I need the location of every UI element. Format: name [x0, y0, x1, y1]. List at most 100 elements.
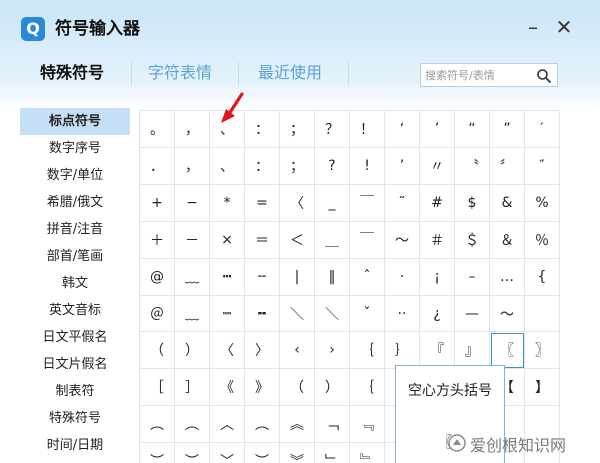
symbol-cell[interactable]: ＋: [139, 221, 175, 259]
symbol-cell[interactable]: ×: [209, 221, 245, 259]
symbol-cell[interactable]: ’: [384, 147, 420, 185]
symbol-cell[interactable]: ＆: [489, 221, 525, 259]
symbol-cell[interactable]: ％: [524, 221, 560, 259]
symbol-cell[interactable]: ¡: [419, 258, 455, 296]
symbol-cell[interactable]: ￣: [349, 221, 385, 259]
symbol-cell[interactable]: “: [454, 110, 490, 148]
symbol-cell[interactable]: ︽: [279, 405, 315, 443]
minimize-button[interactable]: –: [521, 14, 545, 40]
symbol-cell[interactable]: –: [454, 258, 490, 296]
symbol-cell[interactable]: |: [279, 258, 315, 296]
tab-character-emoticons[interactable]: 字符表情: [148, 62, 212, 84]
symbol-cell[interactable]: ╍: [244, 295, 280, 333]
symbol-cell[interactable]: ﹏: [174, 295, 210, 333]
symbol-cell[interactable]: ｛: [349, 368, 385, 406]
symbol-cell[interactable]: …: [489, 258, 525, 296]
symbol-cell[interactable]: ＿: [314, 221, 350, 259]
symbol-cell[interactable]: ？: [314, 110, 350, 148]
symbol-cell[interactable]: ，: [174, 147, 210, 185]
symbol-cell[interactable]: ﹂: [314, 442, 350, 463]
symbol-cell[interactable]: ›: [314, 331, 350, 369]
symbol-cell[interactable]: ：: [244, 147, 280, 185]
symbol-cell[interactable]: ！: [349, 110, 385, 148]
symbol-cell[interactable]: 〉: [244, 331, 280, 369]
symbol-cell[interactable]: ··: [384, 295, 420, 333]
symbol-cell[interactable]: ︵: [174, 405, 210, 443]
symbol-cell[interactable]: 。: [139, 110, 175, 148]
symbol-cell[interactable]: －: [174, 221, 210, 259]
sidebar-item[interactable]: 韩文: [20, 270, 130, 297]
symbol-cell[interactable]: ︾: [279, 442, 315, 463]
symbol-cell[interactable]: ］: [174, 368, 210, 406]
symbol-cell[interactable]: ·: [384, 258, 420, 296]
symbol-cell[interactable]: ″: [524, 147, 560, 185]
symbol-cell[interactable]: ﹃: [349, 405, 385, 443]
symbol-cell[interactable]: [524, 295, 560, 333]
symbol-cell[interactable]: ‖: [314, 258, 350, 296]
symbol-cell[interactable]: ˜: [384, 184, 420, 222]
symbol-cell[interactable]: ”: [489, 110, 525, 148]
symbol-cell[interactable]: （: [139, 331, 175, 369]
symbol-cell[interactable]: 『: [419, 331, 455, 369]
symbol-cell[interactable]: ￣: [349, 184, 385, 222]
symbol-cell[interactable]: ︶: [244, 442, 280, 463]
symbol-cell[interactable]: 》: [244, 368, 280, 406]
sidebar-item[interactable]: 数字序号: [20, 135, 130, 162]
sidebar-item[interactable]: 数字/单位: [20, 162, 130, 189]
symbol-cell[interactable]: *: [209, 184, 245, 222]
symbol-cell[interactable]: ）: [174, 331, 210, 369]
symbol-cell[interactable]: 、: [209, 147, 245, 185]
symbol-cell[interactable]: ：: [244, 110, 280, 148]
symbol-cell[interactable]: ～: [384, 221, 420, 259]
symbol-cell[interactable]: _: [314, 184, 350, 222]
symbol-cell[interactable]: &: [489, 184, 525, 222]
symbol-cell[interactable]: ’: [419, 110, 455, 148]
symbol-cell[interactable]: 〈: [279, 184, 315, 222]
sidebar-item[interactable]: 希腊/俄文: [20, 189, 130, 216]
symbol-cell[interactable]: ︶: [139, 442, 175, 463]
symbol-cell[interactable]: ¿: [419, 295, 455, 333]
symbol-cell[interactable]: ｝: [384, 331, 420, 369]
symbol-cell[interactable]: 〃: [419, 147, 455, 185]
symbol-cell[interactable]: ＝: [244, 221, 280, 259]
symbol-cell[interactable]: ︵: [244, 405, 280, 443]
symbol-cell[interactable]: ＄: [454, 221, 490, 259]
symbol-cell[interactable]: ˇ: [349, 295, 385, 333]
symbol-cell[interactable]: ‹: [279, 331, 315, 369]
symbol-cell[interactable]: ︿: [209, 405, 245, 443]
symbol-cell[interactable]: =: [244, 184, 280, 222]
symbol-cell[interactable]: ┅: [209, 258, 245, 296]
symbol-cell[interactable]: 〗: [524, 331, 560, 369]
symbol-cell[interactable]: ‘: [384, 110, 420, 148]
symbol-cell[interactable]: 〝: [454, 147, 490, 185]
sidebar-item[interactable]: 英文音标: [20, 297, 130, 324]
symbol-cell[interactable]: —: [454, 295, 490, 333]
sidebar-item[interactable]: 特殊符号: [20, 405, 130, 432]
symbol-cell[interactable]: ；: [279, 147, 315, 185]
symbol-cell[interactable]: ╌: [244, 258, 280, 296]
symbol-cell[interactable]: ＜: [279, 221, 315, 259]
close-button[interactable]: ✕: [552, 14, 576, 40]
symbol-cell[interactable]: 〖: [489, 331, 525, 369]
search-icon[interactable]: [536, 68, 552, 84]
symbol-cell[interactable]: ＼: [279, 295, 315, 333]
sidebar-item[interactable]: 日文片假名: [20, 351, 130, 378]
symbol-cell[interactable]: @: [139, 258, 175, 296]
symbol-cell[interactable]: 』: [454, 331, 490, 369]
symbol-cell[interactable]: 《: [209, 368, 245, 406]
symbol-cell[interactable]: ˆ: [349, 258, 385, 296]
symbol-cell[interactable]: （: [279, 368, 315, 406]
symbol-cell[interactable]: 〈: [209, 331, 245, 369]
symbol-cell[interactable]: !: [349, 147, 385, 185]
symbol-cell[interactable]: ﹏: [174, 258, 210, 296]
sidebar-item[interactable]: 日文平假名: [20, 324, 130, 351]
symbol-cell[interactable]: ｛: [349, 331, 385, 369]
symbol-cell[interactable]: 】: [524, 368, 560, 406]
symbol-cell[interactable]: ︶: [174, 442, 210, 463]
symbol-cell[interactable]: ?: [314, 147, 350, 185]
symbol-cell[interactable]: ．: [139, 147, 175, 185]
symbol-cell[interactable]: ﹄: [349, 442, 385, 463]
symbol-cell[interactable]: $: [454, 184, 490, 222]
sidebar-item[interactable]: 拼音/注音: [20, 216, 130, 243]
tab-special-symbols[interactable]: 特殊符号: [40, 62, 104, 84]
